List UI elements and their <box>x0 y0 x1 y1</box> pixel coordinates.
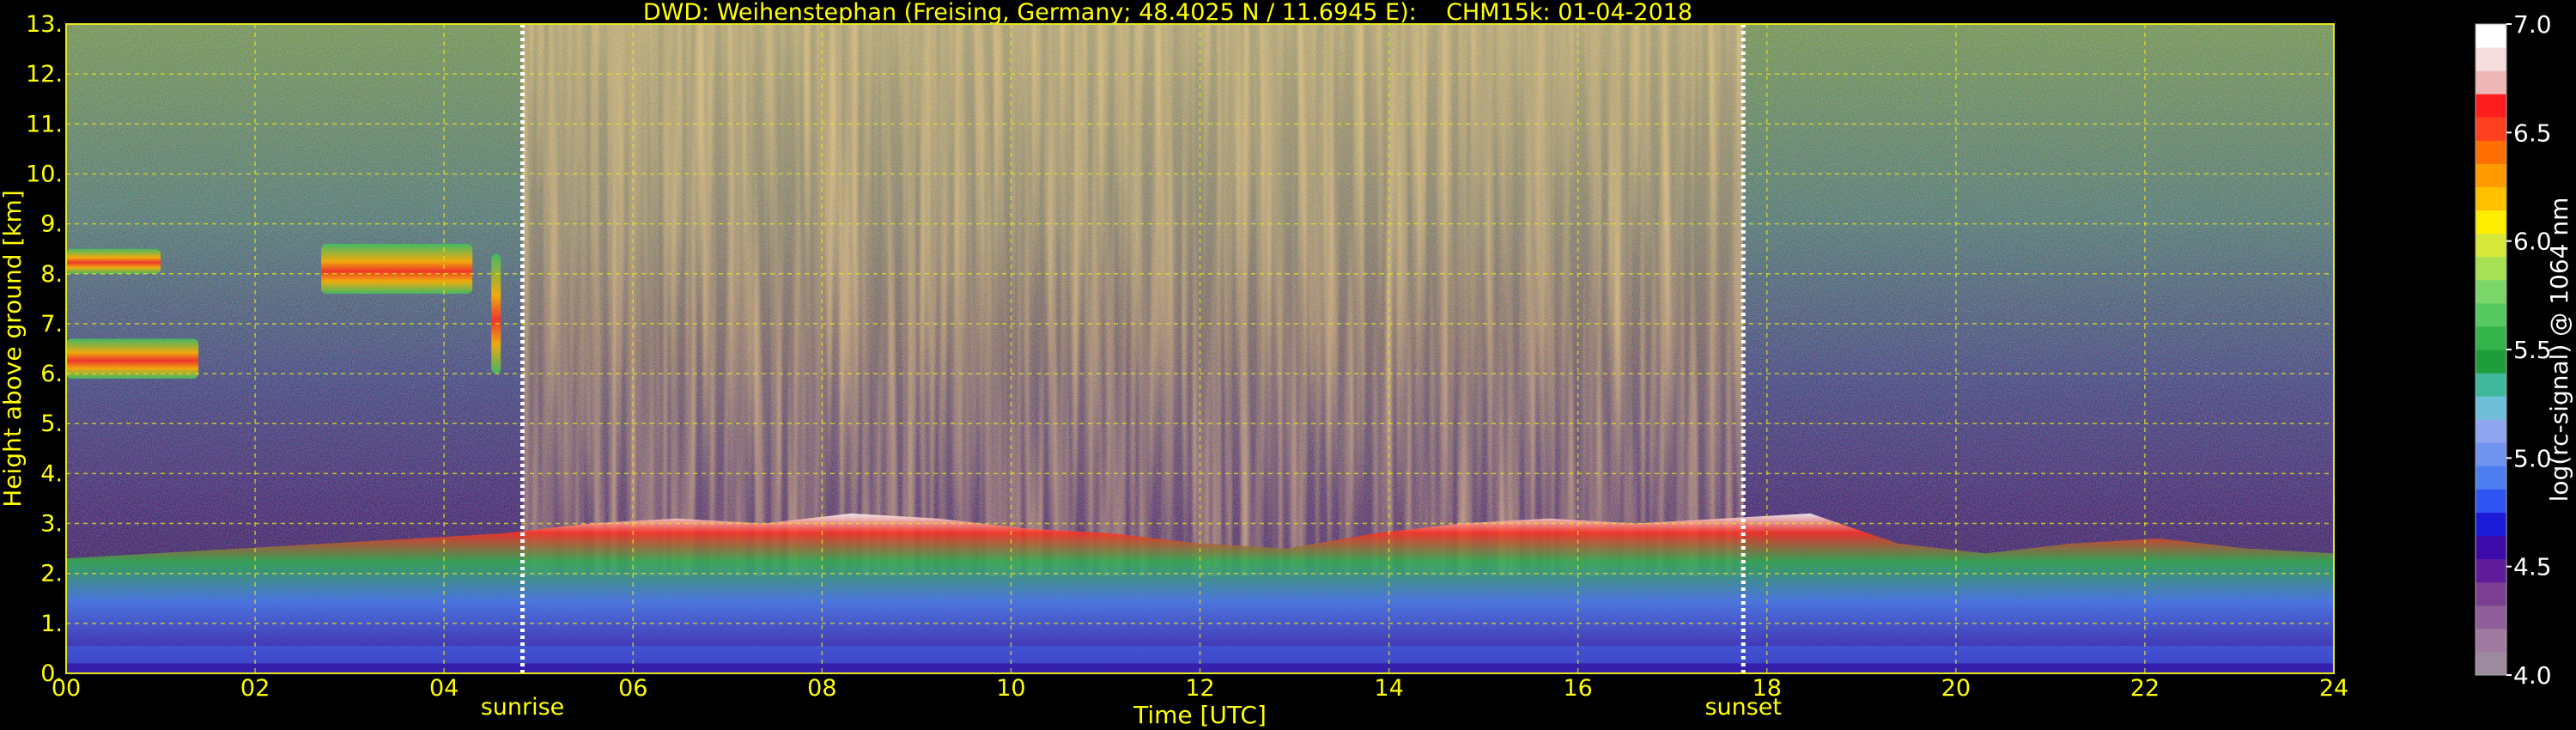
colorbar-segment <box>2476 581 2506 606</box>
colorbar-segment <box>2476 558 2506 583</box>
y-tick-label: 3. <box>40 511 63 538</box>
colorbar-segment <box>2476 24 2506 48</box>
x-tick-label: 04 <box>429 675 459 702</box>
colorbar-segment <box>2476 94 2506 118</box>
colorbar-segment <box>2476 325 2506 350</box>
colorbar-segment <box>2476 70 2506 94</box>
colorbar-segment <box>2476 186 2506 211</box>
x-tick-label: 22 <box>2130 675 2160 702</box>
colorbar-segment <box>2476 605 2506 630</box>
x-tick-label: 20 <box>1941 675 1971 702</box>
colorbar-label: log(rc-signal) @ 1064 nm <box>2545 198 2573 502</box>
y-tick-label: 2. <box>40 561 63 587</box>
x-tick-label: 16 <box>1563 675 1592 702</box>
colorbar-segment <box>2476 465 2506 490</box>
colorbar-segment <box>2476 233 2506 258</box>
colorbar-segment <box>2476 302 2506 327</box>
colorbar-segment <box>2476 442 2506 466</box>
x-tick-label: 24 <box>2319 675 2348 702</box>
lidar-chart: DWD: Weihenstephan (Freising, Germany; 4… <box>0 0 2576 730</box>
colorbar-segment <box>2476 140 2506 164</box>
colorbar-segment <box>2476 256 2506 281</box>
colorbar-segment <box>2476 651 2506 676</box>
colorbar: 4.04.55.05.56.06.57.0log(rc-signal) @ 10… <box>2475 10 2573 690</box>
x-tick-label: 00 <box>52 675 81 702</box>
y-tick-label: 8. <box>40 261 63 288</box>
sun-annotation-label: sunset <box>1704 694 1782 721</box>
cloud-layer <box>491 253 501 374</box>
cloud-layer <box>321 243 473 295</box>
y-tick-label: 9. <box>40 211 63 238</box>
colorbar-tick-label: 7.0 <box>2513 10 2552 39</box>
y-axis-label: Height above ground [km] <box>0 190 27 508</box>
x-tick-label: 06 <box>618 675 647 702</box>
colorbar-segment <box>2476 279 2506 304</box>
y-tick-label: 1. <box>40 611 63 637</box>
colorbar-segment <box>2476 535 2506 560</box>
colorbar-segment <box>2476 350 2506 374</box>
colorbar-segment <box>2476 489 2506 513</box>
colorbar-segment <box>2476 396 2506 420</box>
colorbar-tick-label: 4.5 <box>2513 553 2552 581</box>
colorbar-segment <box>2476 117 2506 141</box>
colorbar-segment <box>2476 628 2506 653</box>
cloud-layer <box>66 338 199 379</box>
y-tick-label: 13. <box>26 11 63 38</box>
x-tick-label: 08 <box>807 675 836 702</box>
colorbar-segment <box>2476 512 2506 537</box>
colorbar-segment <box>2476 373 2506 397</box>
cloud-layer <box>66 248 161 274</box>
colorbar-segment <box>2476 210 2506 234</box>
colorbar-segment <box>2476 419 2506 443</box>
x-tick-label: 12 <box>1185 675 1214 702</box>
x-tick-label: 14 <box>1374 675 1403 702</box>
y-tick-label: 10. <box>26 161 63 187</box>
x-tick-label: 10 <box>996 675 1025 702</box>
chart-svg: 0.1.2.3.4.5.6.7.8.9.10.11.12.13.00 02 04 06… <box>0 10 2573 729</box>
y-tick-label: 12. <box>26 61 63 88</box>
sun-annotation-label: sunrise <box>481 694 565 721</box>
y-tick-label: 5. <box>40 411 63 437</box>
x-axis-label: Time [UTC] <box>1133 701 1267 729</box>
x-tick-label: 02 <box>240 675 270 702</box>
colorbar-tick-label: 4.0 <box>2513 661 2552 690</box>
colorbar-segment <box>2476 163 2506 187</box>
y-tick-label: 6. <box>40 361 63 387</box>
colorbar-segment <box>2476 47 2506 71</box>
y-tick-label: 7. <box>40 311 63 338</box>
y-tick-label: 4. <box>40 460 63 487</box>
colorbar-tick-label: 6.5 <box>2513 119 2552 147</box>
y-tick-label: 11. <box>26 111 63 137</box>
